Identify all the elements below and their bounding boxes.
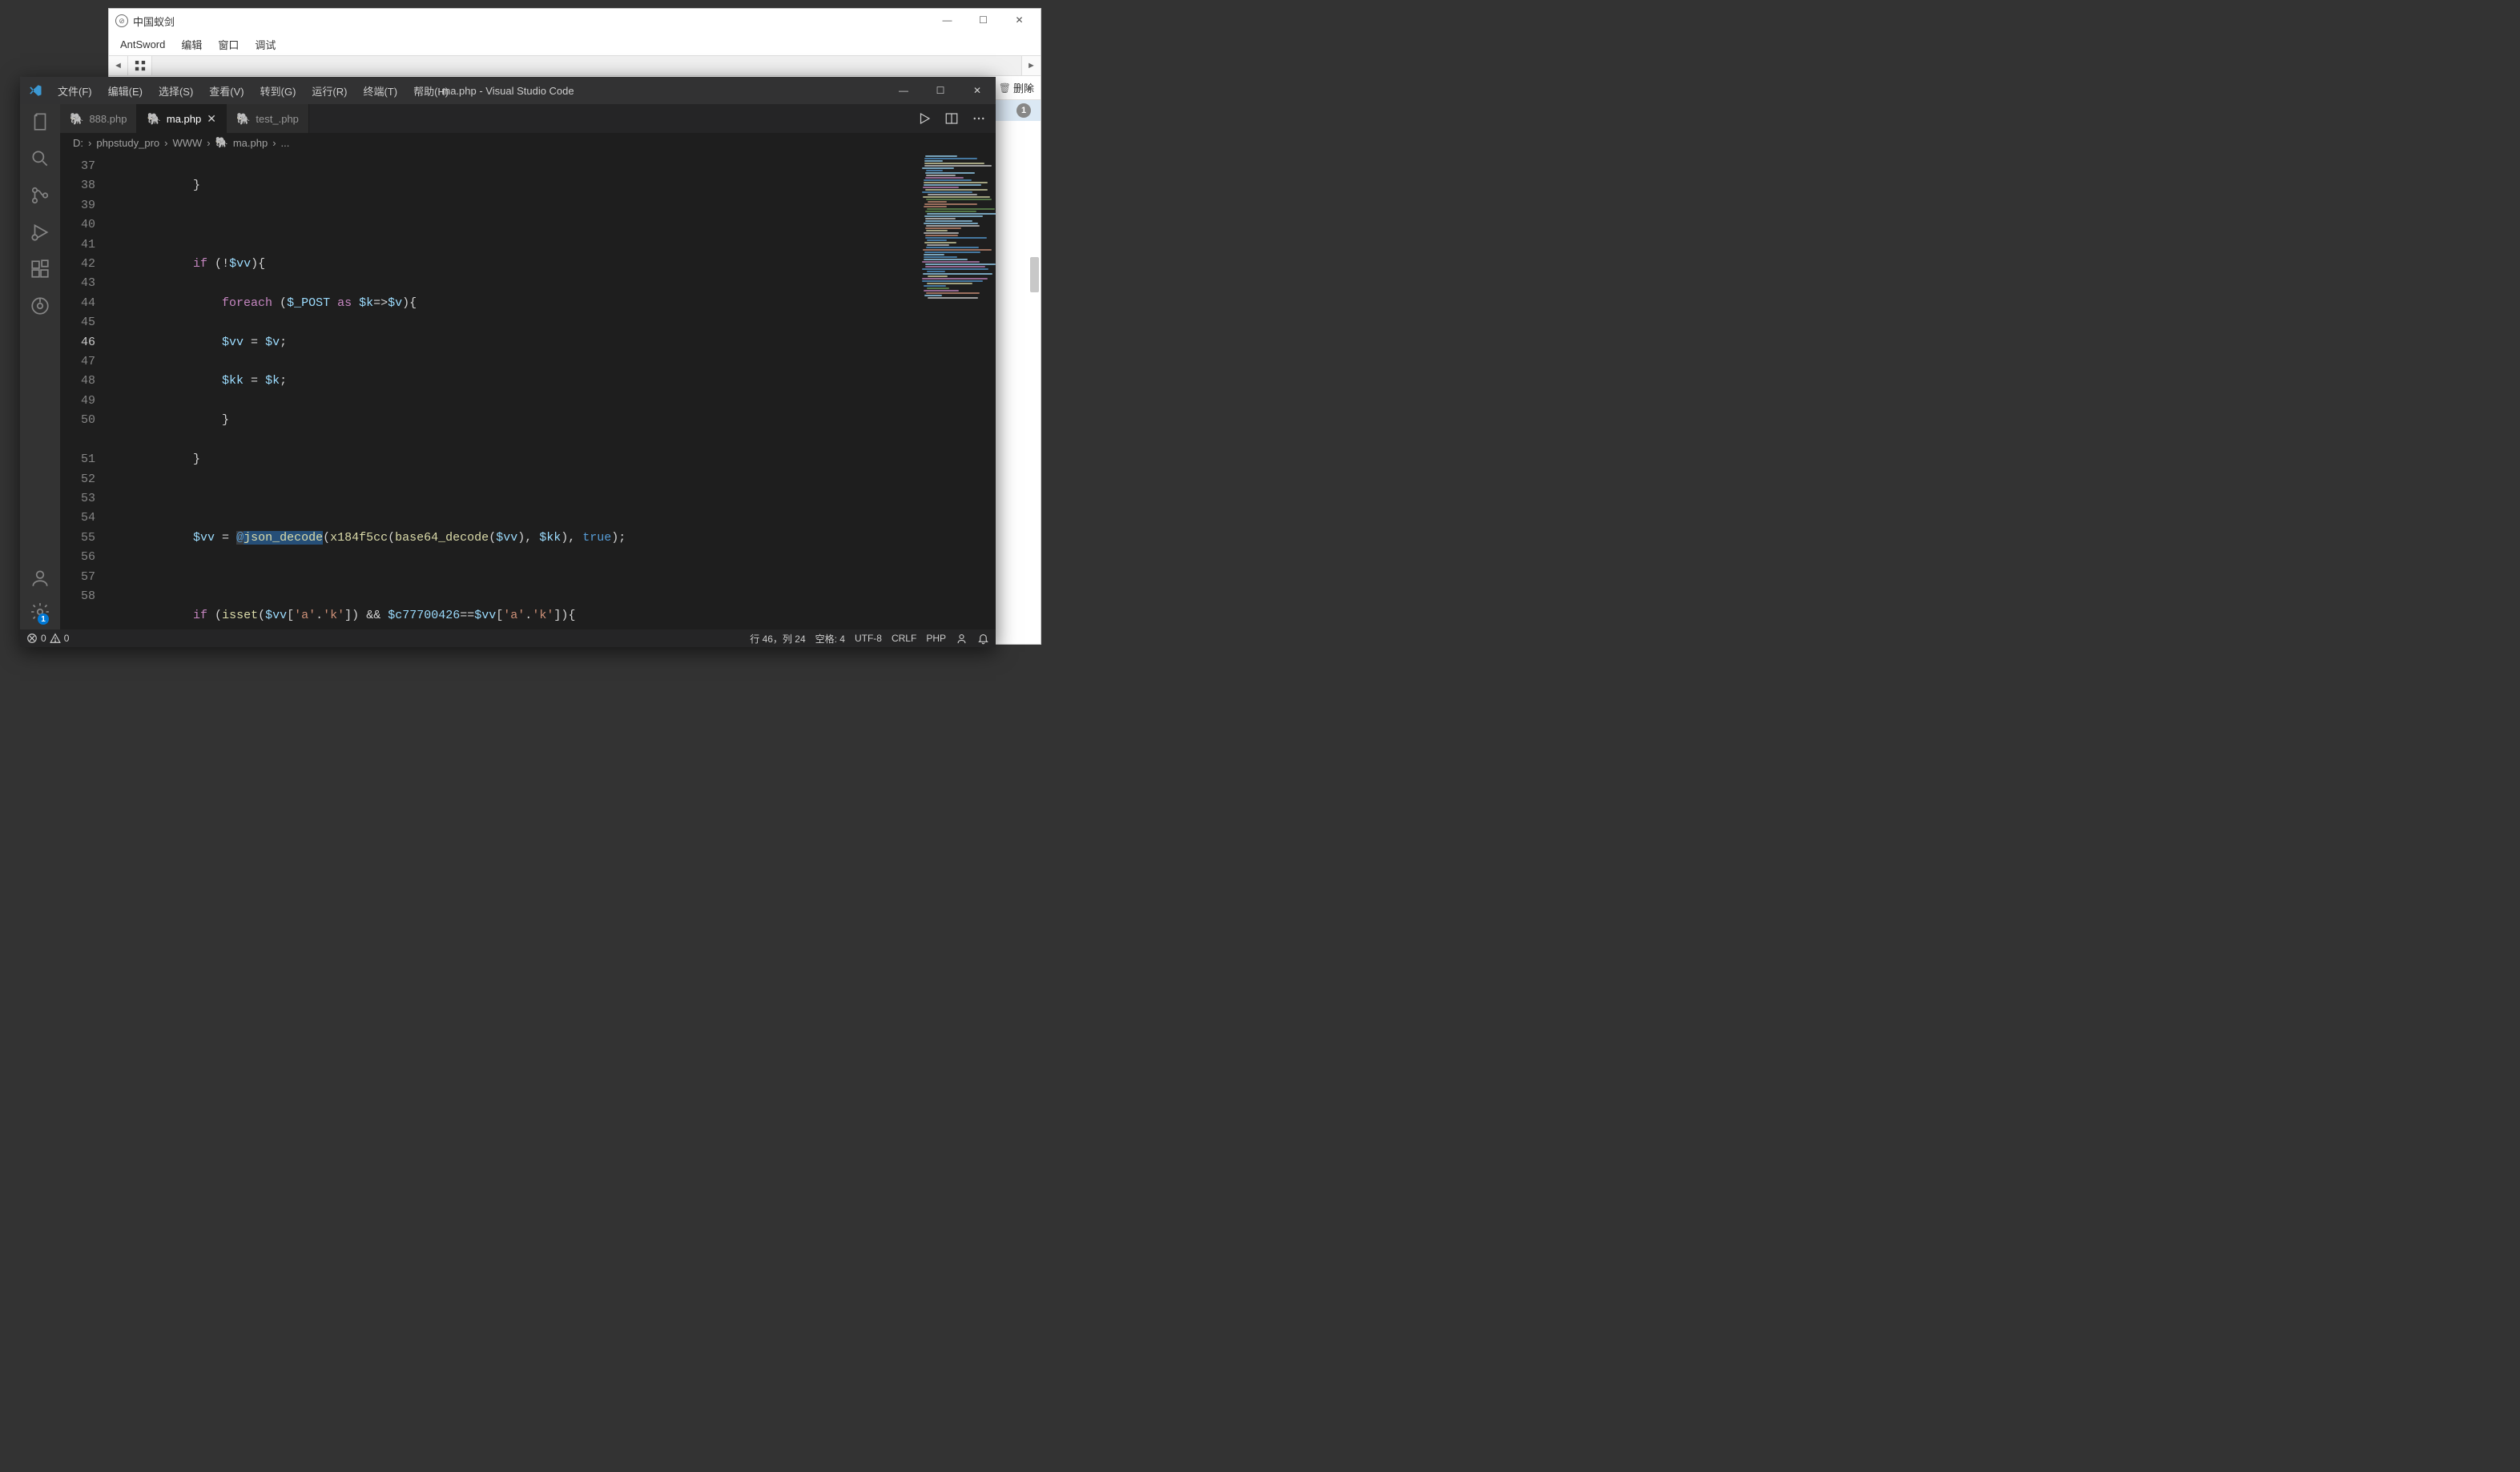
vscode-window: 文件(F) 编辑(E) 选择(S) 查看(V) 转到(G) 运行(R) 终端(T…	[20, 77, 996, 647]
run-debug-icon[interactable]	[29, 221, 51, 243]
breadcrumb-seg[interactable]: D:	[73, 137, 83, 149]
antsword-menubar: AntSword 编辑 窗口 调试	[109, 33, 1041, 55]
trash-icon: 🗑	[999, 82, 1011, 94]
php-icon: 🐘	[215, 136, 228, 149]
vscode-titlebar[interactable]: 文件(F) 编辑(E) 选择(S) 查看(V) 转到(G) 运行(R) 终端(T…	[20, 77, 996, 104]
explorer-icon[interactable]	[29, 111, 51, 133]
status-language[interactable]: PHP	[926, 633, 946, 644]
status-encoding[interactable]: UTF-8	[855, 633, 882, 644]
extensions-icon[interactable]	[29, 258, 51, 280]
run-button[interactable]	[917, 111, 932, 126]
status-bell-icon[interactable]	[977, 633, 989, 645]
more-actions-button[interactable]	[972, 111, 986, 126]
vscode-menu-view[interactable]: 查看(V)	[202, 80, 251, 102]
vscode-menu-file[interactable]: 文件(F)	[50, 80, 99, 102]
status-feedback-icon[interactable]	[956, 633, 968, 645]
tab-close-icon[interactable]: ✕	[207, 112, 216, 126]
split-editor-button[interactable]	[944, 111, 959, 126]
vscode-maximize-button[interactable]: ☐	[922, 77, 959, 104]
antsword-menu-window[interactable]: 窗口	[211, 35, 245, 54]
vscode-menu-terminal[interactable]: 终端(T)	[356, 80, 405, 102]
minimap[interactable]	[916, 152, 996, 629]
vscode-menu-run[interactable]: 运行(R)	[304, 80, 354, 102]
vscode-minimize-button[interactable]: —	[885, 77, 922, 104]
php-icon: 🐘	[236, 112, 250, 126]
php-icon: 🐘	[147, 112, 160, 126]
code-content[interactable]: } if (!$vv){ foreach ($_POST as $k=>$v){…	[107, 152, 916, 629]
antsword-tab-scroll-right[interactable]: ►	[1021, 56, 1041, 75]
settings-badge: 1	[38, 613, 49, 625]
search-icon[interactable]	[29, 147, 51, 170]
vscode-menu-edit[interactable]: 编辑(E)	[101, 80, 150, 102]
code-editor[interactable]: 3738394041424344454647484950 51525354555…	[60, 152, 996, 629]
breadcrumb-seg[interactable]: ...	[281, 137, 290, 149]
editor-tabbar: 🐘 888.php 🐘 ma.php ✕ 🐘 test_.php	[60, 104, 996, 133]
breadcrumb[interactable]: D:› phpstudy_pro› WWW› 🐘 ma.php› ...	[60, 133, 996, 152]
status-spaces[interactable]: 空格: 4	[815, 632, 845, 646]
antsword-menu-edit[interactable]: 编辑	[175, 35, 208, 54]
status-cursor[interactable]: 行 46，列 24	[750, 632, 805, 646]
breadcrumb-seg[interactable]: phpstudy_pro	[96, 137, 159, 149]
antsword-count-badge: 1	[1016, 103, 1031, 118]
antsword-expand-button[interactable]: ▸	[1023, 81, 1037, 95]
status-problems[interactable]: 0 0	[26, 633, 69, 644]
vscode-menu-go[interactable]: 转到(G)	[253, 80, 304, 102]
antsword-menu-antsword[interactable]: AntSword	[114, 37, 171, 52]
antsword-tab-scroll-left[interactable]: ◄	[109, 56, 128, 75]
line-number-gutter: 3738394041424344454647484950 51525354555…	[60, 152, 107, 629]
antsword-title: 中国蚁剑	[133, 14, 175, 29]
tab-test-php[interactable]: 🐘 test_.php	[227, 104, 309, 133]
vscode-statusbar: 0 0 行 46，列 24 空格: 4 UTF-8 CRLF PHP	[20, 629, 996, 647]
antsword-tabbar: ◄ ►	[109, 55, 1041, 76]
antsword-close-button[interactable]: ✕	[1001, 9, 1037, 31]
vscode-logo-icon	[28, 83, 42, 98]
tab-label: test_.php	[256, 113, 299, 125]
antsword-tab-home[interactable]	[128, 56, 152, 75]
source-control-icon[interactable]	[29, 184, 51, 207]
vscode-menubar: 文件(F) 编辑(E) 选择(S) 查看(V) 转到(G) 运行(R) 终端(T…	[50, 80, 456, 102]
vscode-activitybar: 1	[20, 104, 60, 629]
antsword-app-icon: ⊘	[115, 14, 128, 27]
breadcrumb-seg[interactable]: ma.php	[233, 137, 268, 149]
antsword-scrollbar-thumb[interactable]	[1030, 257, 1039, 292]
antsword-menu-debug[interactable]: 调试	[248, 35, 282, 54]
vscode-window-title: ma.php - Visual Studio Code	[441, 85, 574, 97]
tab-label: ma.php	[167, 113, 201, 125]
tab-ma-php[interactable]: 🐘 ma.php ✕	[137, 104, 227, 133]
antsword-minimize-button[interactable]: —	[929, 9, 965, 31]
accounts-icon[interactable]	[29, 567, 51, 589]
settings-gear-icon[interactable]: 1	[29, 601, 51, 623]
status-eol[interactable]: CRLF	[892, 633, 916, 644]
gitlens-icon[interactable]	[29, 295, 51, 317]
antsword-titlebar[interactable]: ⊘ 中国蚁剑 — ☐ ✕	[109, 9, 1041, 33]
vscode-close-button[interactable]: ✕	[959, 77, 996, 104]
vscode-menu-selection[interactable]: 选择(S)	[151, 80, 200, 102]
editor-area: 🐘 888.php 🐘 ma.php ✕ 🐘 test_.php	[60, 104, 996, 629]
tab-888-php[interactable]: 🐘 888.php	[60, 104, 137, 133]
php-icon: 🐘	[70, 112, 83, 126]
tab-label: 888.php	[89, 113, 127, 125]
antsword-maximize-button[interactable]: ☐	[965, 9, 1001, 31]
breadcrumb-seg[interactable]: WWW	[172, 137, 202, 149]
